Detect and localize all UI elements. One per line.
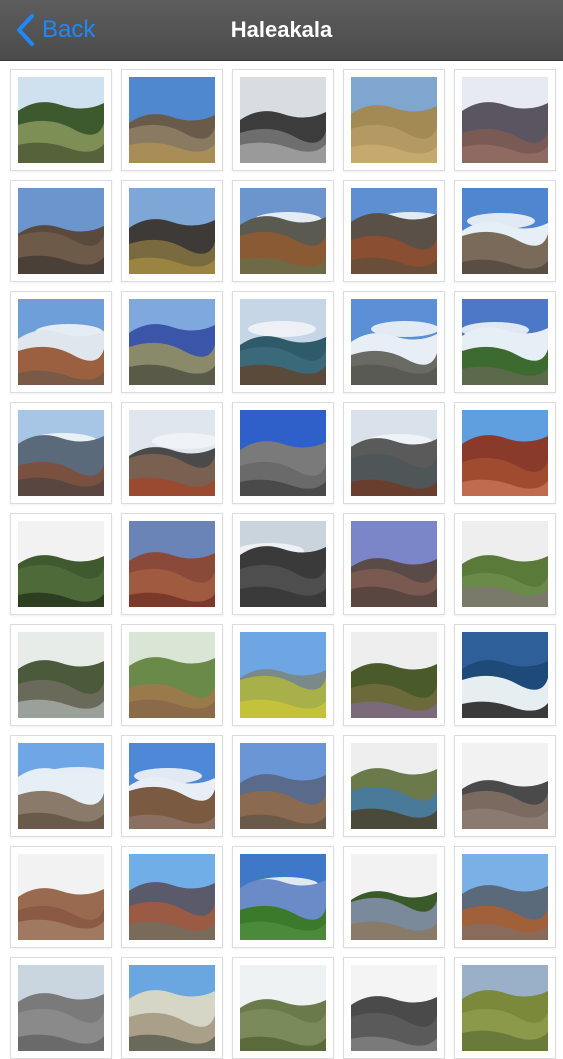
photo-image bbox=[462, 854, 548, 940]
photo-thumbnail[interactable] bbox=[454, 846, 556, 948]
photo-thumbnail[interactable] bbox=[10, 291, 112, 393]
photo-image bbox=[240, 743, 326, 829]
photo-thumbnail[interactable] bbox=[232, 402, 334, 504]
photo-image bbox=[240, 521, 326, 607]
photo-thumbnail[interactable] bbox=[10, 402, 112, 504]
photo-image bbox=[18, 299, 104, 385]
photo-thumbnail[interactable] bbox=[232, 180, 334, 282]
photo-image bbox=[18, 521, 104, 607]
photo-image bbox=[351, 410, 437, 496]
photo-image bbox=[129, 299, 215, 385]
photo-image bbox=[462, 521, 548, 607]
photo-image bbox=[18, 743, 104, 829]
photo-thumbnail[interactable] bbox=[121, 180, 223, 282]
photo-image bbox=[351, 632, 437, 718]
photo-thumbnail[interactable] bbox=[121, 69, 223, 171]
photo-thumbnail[interactable] bbox=[10, 69, 112, 171]
photo-thumbnail[interactable] bbox=[10, 957, 112, 1059]
photo-thumbnail[interactable] bbox=[10, 735, 112, 837]
photo-image bbox=[240, 188, 326, 274]
photo-image bbox=[462, 632, 548, 718]
photo-thumbnail[interactable] bbox=[121, 735, 223, 837]
photo-thumbnail[interactable] bbox=[121, 402, 223, 504]
photo-thumbnail[interactable] bbox=[454, 180, 556, 282]
photo-image bbox=[351, 521, 437, 607]
photo-thumbnail[interactable] bbox=[121, 291, 223, 393]
photo-thumbnail[interactable] bbox=[454, 735, 556, 837]
photo-thumbnail[interactable] bbox=[121, 846, 223, 948]
photo-image bbox=[240, 965, 326, 1051]
photo-thumbnail[interactable] bbox=[343, 402, 445, 504]
photo-image bbox=[462, 743, 548, 829]
page-title: Haleakala bbox=[230, 17, 333, 42]
photo-thumbnail[interactable] bbox=[343, 291, 445, 393]
photo-grid bbox=[0, 60, 563, 1059]
photo-thumbnail[interactable] bbox=[454, 291, 556, 393]
photo-thumbnail[interactable] bbox=[343, 624, 445, 726]
photo-image bbox=[129, 410, 215, 496]
photo-image bbox=[18, 632, 104, 718]
photo-image bbox=[240, 77, 326, 163]
photo-image bbox=[18, 77, 104, 163]
photo-thumbnail[interactable] bbox=[343, 957, 445, 1059]
photo-thumbnail[interactable] bbox=[121, 513, 223, 615]
photo-thumbnail[interactable] bbox=[10, 846, 112, 948]
photo-image bbox=[462, 965, 548, 1051]
photo-thumbnail[interactable] bbox=[232, 957, 334, 1059]
photo-image bbox=[18, 188, 104, 274]
photo-image bbox=[462, 77, 548, 163]
photo-image bbox=[18, 854, 104, 940]
photo-thumbnail[interactable] bbox=[10, 180, 112, 282]
photo-thumbnail[interactable] bbox=[454, 957, 556, 1059]
photo-thumbnail[interactable] bbox=[454, 69, 556, 171]
photo-thumbnail[interactable] bbox=[10, 513, 112, 615]
photo-thumbnail[interactable] bbox=[10, 624, 112, 726]
photo-image bbox=[18, 410, 104, 496]
photo-image bbox=[351, 743, 437, 829]
photo-image bbox=[129, 632, 215, 718]
photo-image bbox=[351, 965, 437, 1051]
photo-thumbnail[interactable] bbox=[454, 624, 556, 726]
photo-thumbnail[interactable] bbox=[343, 735, 445, 837]
photo-thumbnail[interactable] bbox=[121, 957, 223, 1059]
photo-image bbox=[351, 299, 437, 385]
photo-thumbnail[interactable] bbox=[232, 624, 334, 726]
photo-thumbnail[interactable] bbox=[232, 291, 334, 393]
photo-image bbox=[240, 854, 326, 940]
photo-thumbnail[interactable] bbox=[232, 846, 334, 948]
photo-image bbox=[129, 521, 215, 607]
navigation-bar: Back Haleakala bbox=[0, 0, 563, 61]
photo-image bbox=[351, 188, 437, 274]
photo-image bbox=[129, 743, 215, 829]
photo-thumbnail[interactable] bbox=[343, 513, 445, 615]
photo-thumbnail[interactable] bbox=[232, 735, 334, 837]
photo-image bbox=[351, 77, 437, 163]
photo-image bbox=[240, 299, 326, 385]
photo-image bbox=[129, 854, 215, 940]
photo-image bbox=[462, 188, 548, 274]
photo-image bbox=[462, 299, 548, 385]
photo-image bbox=[240, 632, 326, 718]
photo-thumbnail[interactable] bbox=[232, 513, 334, 615]
photo-thumbnail[interactable] bbox=[343, 69, 445, 171]
photo-thumbnail[interactable] bbox=[232, 69, 334, 171]
photo-thumbnail[interactable] bbox=[454, 402, 556, 504]
photo-image bbox=[129, 77, 215, 163]
photo-thumbnail[interactable] bbox=[454, 513, 556, 615]
photo-image bbox=[462, 410, 548, 496]
photo-image bbox=[240, 410, 326, 496]
photo-thumbnail[interactable] bbox=[343, 180, 445, 282]
photo-image bbox=[129, 188, 215, 274]
photo-image bbox=[129, 965, 215, 1051]
photo-thumbnail[interactable] bbox=[121, 624, 223, 726]
photo-thumbnail[interactable] bbox=[343, 846, 445, 948]
photo-image bbox=[18, 965, 104, 1051]
photo-image bbox=[351, 854, 437, 940]
